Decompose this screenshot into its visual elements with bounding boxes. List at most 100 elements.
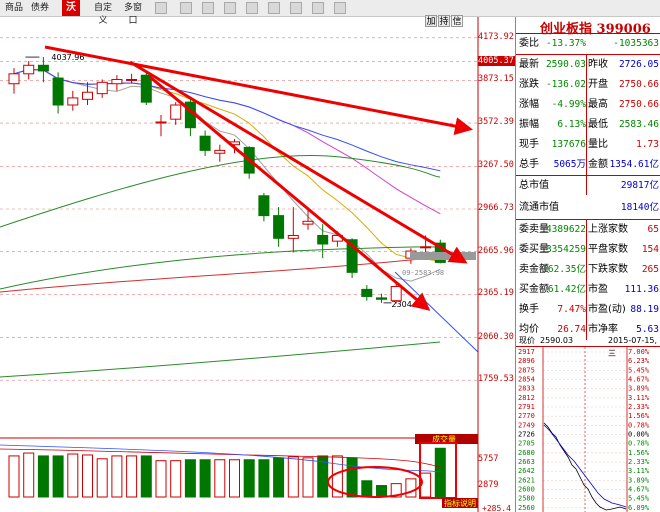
mini-left-tick: 2560	[518, 504, 535, 512]
row-value-2: 1354.61亿	[609, 159, 659, 170]
volume-bar	[170, 460, 182, 498]
kline-chart[interactable]: 4037.96 2304.76 09-2583.98 成交量 指标说明 +285.4	[0, 17, 515, 512]
row-value-2: 265	[641, 264, 659, 275]
row-value: 3354259	[545, 244, 586, 255]
row-key-2: 量比	[588, 139, 608, 150]
zoom-out-icon[interactable]	[224, 2, 236, 14]
price-tick-label: 2665.96	[478, 245, 514, 256]
add-button[interactable]: 加	[425, 15, 437, 27]
cap-row: 总市值 29817亿	[516, 176, 660, 196]
mini-left-tick: 2642	[518, 467, 535, 475]
mini-right-tick: 3.11%	[628, 467, 650, 475]
row-key: 换手	[519, 304, 539, 315]
row-key-2: 昨收	[588, 59, 608, 70]
quote-row: 涨跌 开盘 2750.66 -136.02	[516, 75, 660, 95]
toolbar-item-custom[interactable]: 自定义	[90, 2, 116, 26]
text-tool-icon[interactable]	[312, 2, 324, 14]
mini-left-tick: 2680	[518, 449, 535, 457]
row-value-2: 2750.66	[618, 99, 659, 110]
ref-annotation: 09-2583.98	[402, 269, 444, 277]
cap-row: 流通市值 18140亿	[516, 198, 660, 218]
row-value-2: 111.36	[624, 284, 659, 295]
volume-bar	[82, 454, 93, 498]
row-value-2: 2726.05	[618, 59, 659, 70]
volume-tick-label: 2879	[478, 480, 499, 490]
book-row: 委买量 平盘家数 154 3354259	[516, 240, 660, 260]
volume-bar	[258, 459, 270, 498]
price-tick-label: 2966.73	[478, 202, 514, 213]
candle-body	[37, 64, 49, 72]
row-value-2: 154	[641, 244, 659, 255]
settings-icon[interactable]	[334, 2, 346, 14]
row-key-2: 金额	[588, 159, 608, 170]
mini-left-tick: 2726	[518, 431, 535, 439]
hold-button[interactable]: 持	[438, 15, 450, 27]
candle-body	[23, 64, 35, 75]
mini-right-tick: 5.45%	[628, 366, 650, 374]
quote-row: 总手 金额 1354.61亿 5065万	[516, 155, 660, 175]
row-key: 流通市值	[519, 202, 559, 213]
mini-right-tick: 1.56%	[628, 449, 650, 457]
toolbar-item-bonds[interactable]: 债券	[30, 2, 50, 15]
candle-body	[273, 215, 285, 239]
toolbar-item-goods[interactable]: 商品	[4, 2, 24, 15]
volume-bottom-value: +285.4	[482, 504, 511, 512]
quote-row: 振幅 最低 2583.46 6.13%	[516, 115, 660, 135]
mini-chart-header: 现价 2590.03 2015-07-15,三	[516, 334, 660, 358]
volume-bar	[287, 456, 299, 498]
zoom-in-icon[interactable]	[202, 2, 214, 14]
info-button[interactable]: 信	[451, 15, 463, 27]
mini-right-tick: 4.67%	[628, 376, 650, 384]
row-value-2: -1035363	[613, 38, 659, 49]
row-key: 委卖量	[519, 224, 549, 235]
row-value: 6.13%	[557, 119, 586, 130]
price-tick-label: 4005.37	[478, 55, 516, 66]
row-value: 61.42亿	[547, 284, 586, 295]
quote-panel: 创业板指 399006 委比 -1035363 -13.37% 最新 昨收 2726.05…	[515, 17, 660, 512]
trend-arrow	[44, 45, 473, 135]
row-value: -4.99%	[551, 99, 586, 110]
volume-bar	[243, 459, 255, 498]
volume-bar	[199, 459, 211, 498]
price-tick-label: 3267.50	[478, 160, 514, 171]
row-key: 总手	[519, 159, 539, 170]
row-value: 4389622	[545, 224, 586, 235]
mini-left-tick: 2875	[518, 366, 535, 374]
quote-row: 现手 量比 1.73 137676	[516, 135, 660, 155]
toolbar-tool-icon[interactable]	[155, 2, 167, 14]
row-value: 5065万	[553, 159, 586, 170]
cursor-icon[interactable]	[180, 2, 192, 14]
candle-body	[82, 91, 93, 100]
right-arrow-icon[interactable]	[268, 2, 280, 14]
volume-bar	[361, 480, 373, 498]
mini-right-tick: 0.78%	[628, 440, 650, 448]
row-key-2: 最高	[588, 99, 608, 110]
toolbar-item-multiwindow[interactable]: 多窗口	[120, 2, 146, 26]
row-key: 委比	[519, 38, 539, 49]
volume-bar	[155, 460, 167, 498]
volume-bar	[346, 457, 358, 498]
draw-line-icon[interactable]	[290, 2, 302, 14]
mini-left-tick: 2917	[518, 348, 535, 356]
row-key: 买金额	[519, 284, 549, 295]
left-arrow-icon[interactable]	[246, 2, 258, 14]
quote-row: 涨幅 最高 2750.66 -4.99%	[516, 95, 660, 115]
candle-body	[420, 246, 432, 249]
intraday-mini-chart[interactable]: 2917 7.00% 2896 6.23% 2875 5.45% 2854 4.67% 2833…	[516, 347, 660, 512]
candle-body	[96, 81, 108, 95]
candle-body	[390, 286, 402, 302]
row-value: 137676	[551, 139, 586, 150]
row-value: 2590.03	[545, 59, 586, 70]
mini-left-tick: 2896	[518, 357, 535, 365]
mini-right-tick: 7.00%	[628, 348, 650, 356]
row-key-2: 市盈(动)	[588, 304, 626, 315]
panel-title-bar: 创业板指 399006	[516, 17, 660, 37]
candle-body	[302, 220, 314, 225]
indicator-label: 指标说明	[444, 498, 476, 508]
candle-body	[67, 97, 79, 106]
mini-right-tick: 2.33%	[628, 403, 650, 411]
candle-body	[361, 288, 373, 297]
row-key-2: 市盈	[588, 284, 608, 295]
kline-svg: 4037.962304.7609-2583.98成交量指标说明+285.4	[0, 17, 511, 512]
candle-body	[214, 149, 226, 154]
